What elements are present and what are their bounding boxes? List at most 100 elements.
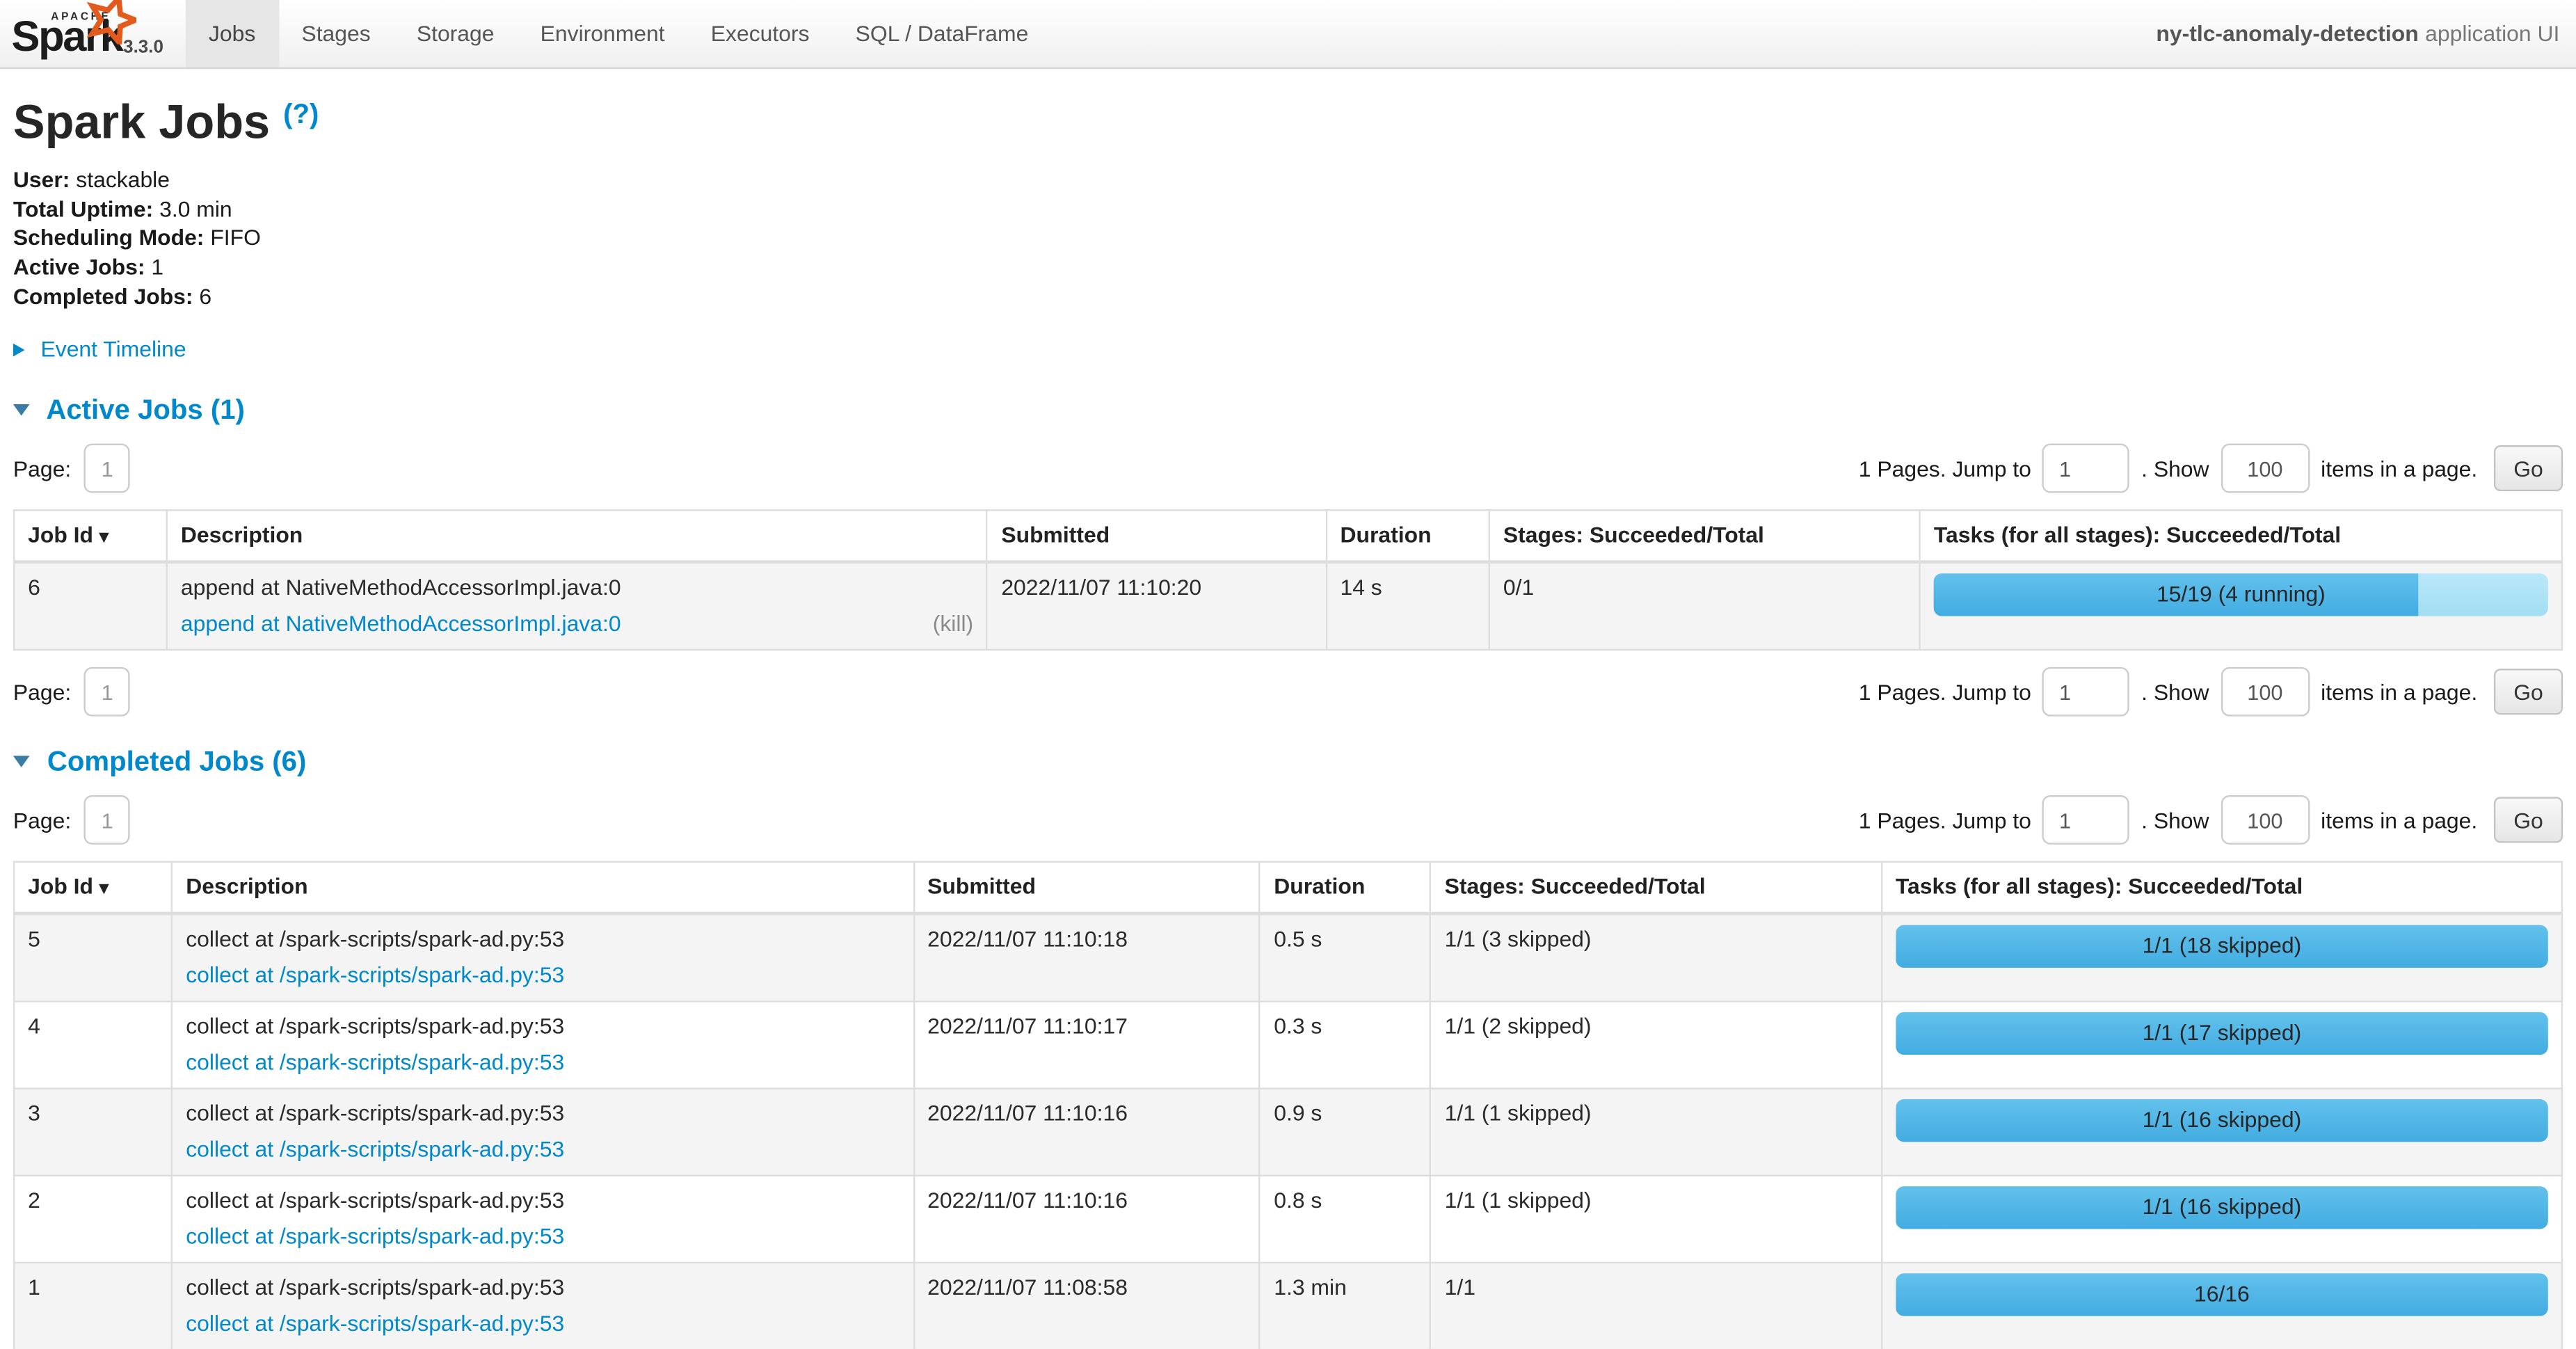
submitted-cell: 2022/11/07 11:10:20	[987, 561, 1326, 650]
column-header-job-id[interactable]: Job Id ▾	[14, 862, 172, 913]
job-id-cell: 3	[14, 1088, 172, 1175]
column-header-submitted[interactable]: Submitted	[987, 511, 1326, 561]
tasks-progress-bar: 1/1 (16 skipped)	[1896, 1186, 2548, 1229]
completed-jobs-heading[interactable]: Completed Jobs (6)	[13, 746, 2563, 779]
job-id-cell: 4	[14, 1001, 172, 1088]
description-cell: collect at /spark-scripts/spark-ad.py:53…	[172, 913, 913, 1001]
tab-sql-dataframe[interactable]: SQL / DataFrame	[833, 0, 1052, 67]
go-button[interactable]: Go	[2494, 446, 2563, 492]
active-jobs-table: Job Id ▾ Description Submitted Duration …	[13, 510, 2563, 650]
show-items-input[interactable]	[2221, 795, 2310, 845]
job-row: 4 collect at /spark-scripts/spark-ad.py:…	[14, 1001, 2562, 1088]
description-link[interactable]: collect at /spark-scripts/spark-ad.py:53	[186, 1223, 564, 1252]
submitted-cell: 2022/11/07 11:10:16	[913, 1088, 1260, 1175]
progress-label: 1/1 (18 skipped)	[1896, 925, 2548, 967]
page-input[interactable]	[84, 667, 130, 717]
tab-environment[interactable]: Environment	[518, 0, 688, 67]
collapse-arrow-right-icon	[13, 344, 25, 357]
tasks-cell: 16/16	[1882, 1263, 2562, 1349]
description-link[interactable]: append at NativeMethodAccessorImpl.java:…	[181, 610, 621, 639]
column-header-job-id[interactable]: Job Id ▾	[14, 511, 167, 561]
job-id-cell: 2	[14, 1175, 172, 1262]
duration-cell: 0.9 s	[1260, 1088, 1430, 1175]
jump-to-input[interactable]	[2042, 795, 2129, 845]
tasks-progress-bar: 1/1 (16 skipped)	[1896, 1099, 2548, 1141]
tab-executors[interactable]: Executors	[688, 0, 833, 67]
stages-cell: 1/1	[1431, 1263, 1882, 1349]
show-items-input[interactable]	[2221, 667, 2310, 717]
tasks-cell: 1/1 (16 skipped)	[1882, 1175, 2562, 1262]
go-button[interactable]: Go	[2494, 669, 2563, 715]
collapse-arrow-down-icon	[13, 756, 30, 767]
summary-scheduling-mode: Scheduling Mode: FIFO	[13, 224, 2563, 253]
page-input[interactable]	[84, 444, 130, 493]
description-text: collect at /spark-scripts/spark-ad.py:53	[186, 1099, 899, 1127]
show-items-input[interactable]	[2221, 444, 2310, 493]
job-id-cell: 1	[14, 1263, 172, 1349]
show-text: . Show	[2141, 456, 2209, 481]
stages-cell: 0/1	[1489, 561, 1920, 650]
application-ui-suffix: application UI	[2425, 22, 2559, 46]
tab-jobs[interactable]: Jobs	[186, 0, 279, 67]
description-link[interactable]: collect at /spark-scripts/spark-ad.py:53	[186, 1136, 564, 1165]
description-text: collect at /spark-scripts/spark-ad.py:53	[186, 925, 899, 953]
duration-cell: 0.8 s	[1260, 1175, 1430, 1262]
kill-link[interactable]: (kill)	[933, 610, 973, 639]
event-timeline-link[interactable]: Event Timeline	[40, 337, 186, 362]
completed-jobs-count: 6	[199, 284, 211, 308]
duration-cell: 0.5 s	[1260, 913, 1430, 1001]
description-text: collect at /spark-scripts/spark-ad.py:53	[186, 1273, 899, 1302]
uptime-label: Total Uptime:	[13, 197, 153, 221]
stages-cell: 1/1 (3 skipped)	[1431, 913, 1882, 1001]
page-input[interactable]	[84, 795, 130, 845]
uptime-value: 3.0 min	[159, 197, 232, 221]
jump-to-input[interactable]	[2042, 444, 2129, 493]
description-link[interactable]: collect at /spark-scripts/spark-ad.py:53	[186, 1310, 564, 1339]
column-header-description[interactable]: Description	[167, 511, 987, 561]
description-cell: collect at /spark-scripts/spark-ad.py:53…	[172, 1001, 913, 1088]
summary-user: User: stackable	[13, 166, 2563, 195]
column-header-tasks[interactable]: Tasks (for all stages): Succeeded/Total	[1920, 511, 2562, 561]
stages-cell: 1/1 (2 skipped)	[1431, 1001, 1882, 1088]
column-header-duration[interactable]: Duration	[1260, 862, 1430, 913]
go-button[interactable]: Go	[2494, 797, 2563, 843]
event-timeline-toggle[interactable]: Event Timeline	[13, 337, 2563, 362]
jump-to-input[interactable]	[2042, 667, 2129, 717]
page-label: Page:	[13, 680, 71, 704]
progress-label: 1/1 (17 skipped)	[1896, 1012, 2548, 1054]
submitted-cell: 2022/11/07 11:10:16	[913, 1175, 1260, 1262]
collapse-arrow-down-icon	[13, 405, 30, 417]
tasks-progress-bar: 15/19 (4 running)	[1934, 573, 2548, 616]
summary-uptime: Total Uptime: 3.0 min	[13, 195, 2563, 224]
description-link[interactable]: collect at /spark-scripts/spark-ad.py:53	[186, 1048, 564, 1077]
column-header-duration[interactable]: Duration	[1326, 511, 1489, 561]
description-cell: append at NativeMethodAccessorImpl.java:…	[167, 561, 987, 650]
items-text: items in a page.	[2321, 456, 2477, 481]
description-cell: collect at /spark-scripts/spark-ad.py:53…	[172, 1175, 913, 1262]
help-link[interactable]: (?)	[283, 99, 319, 130]
pagination-controls: 1 Pages. Jump to . Show items in a page.…	[1859, 795, 2563, 845]
active-jobs-link[interactable]: Active Jobs:	[13, 255, 145, 279]
nav-tabs: Jobs Stages Storage Environment Executor…	[186, 0, 1052, 67]
tasks-cell: 1/1 (16 skipped)	[1882, 1088, 2562, 1175]
job-id-cell: 5	[14, 913, 172, 1001]
job-row: 2 collect at /spark-scripts/spark-ad.py:…	[14, 1175, 2562, 1262]
job-summary: User: stackable Total Uptime: 3.0 min Sc…	[13, 166, 2563, 312]
user-value: stackable	[76, 168, 170, 192]
tab-stages[interactable]: Stages	[278, 0, 393, 67]
active-jobs-heading[interactable]: Active Jobs (1)	[13, 395, 2563, 428]
description-link[interactable]: collect at /spark-scripts/spark-ad.py:53	[186, 961, 564, 990]
spark-ui-page: APACHE Spark 3.3.0 Jobs Stages Storage E…	[0, 0, 2576, 1349]
progress-label: 1/1 (16 skipped)	[1896, 1186, 2548, 1229]
column-header-tasks[interactable]: Tasks (for all stages): Succeeded/Total	[1882, 862, 2562, 913]
tab-storage[interactable]: Storage	[394, 0, 518, 67]
page-title: Spark Jobs (?)	[13, 97, 2563, 151]
completed-jobs-link[interactable]: Completed Jobs:	[13, 284, 193, 308]
column-header-stages[interactable]: Stages: Succeeded/Total	[1431, 862, 1882, 913]
column-header-stages[interactable]: Stages: Succeeded/Total	[1489, 511, 1920, 561]
submitted-cell: 2022/11/07 11:10:18	[913, 913, 1260, 1001]
column-header-submitted[interactable]: Submitted	[913, 862, 1260, 913]
job-row: 5 collect at /spark-scripts/spark-ad.py:…	[14, 913, 2562, 1001]
items-text: items in a page.	[2321, 808, 2477, 832]
column-header-description[interactable]: Description	[172, 862, 913, 913]
